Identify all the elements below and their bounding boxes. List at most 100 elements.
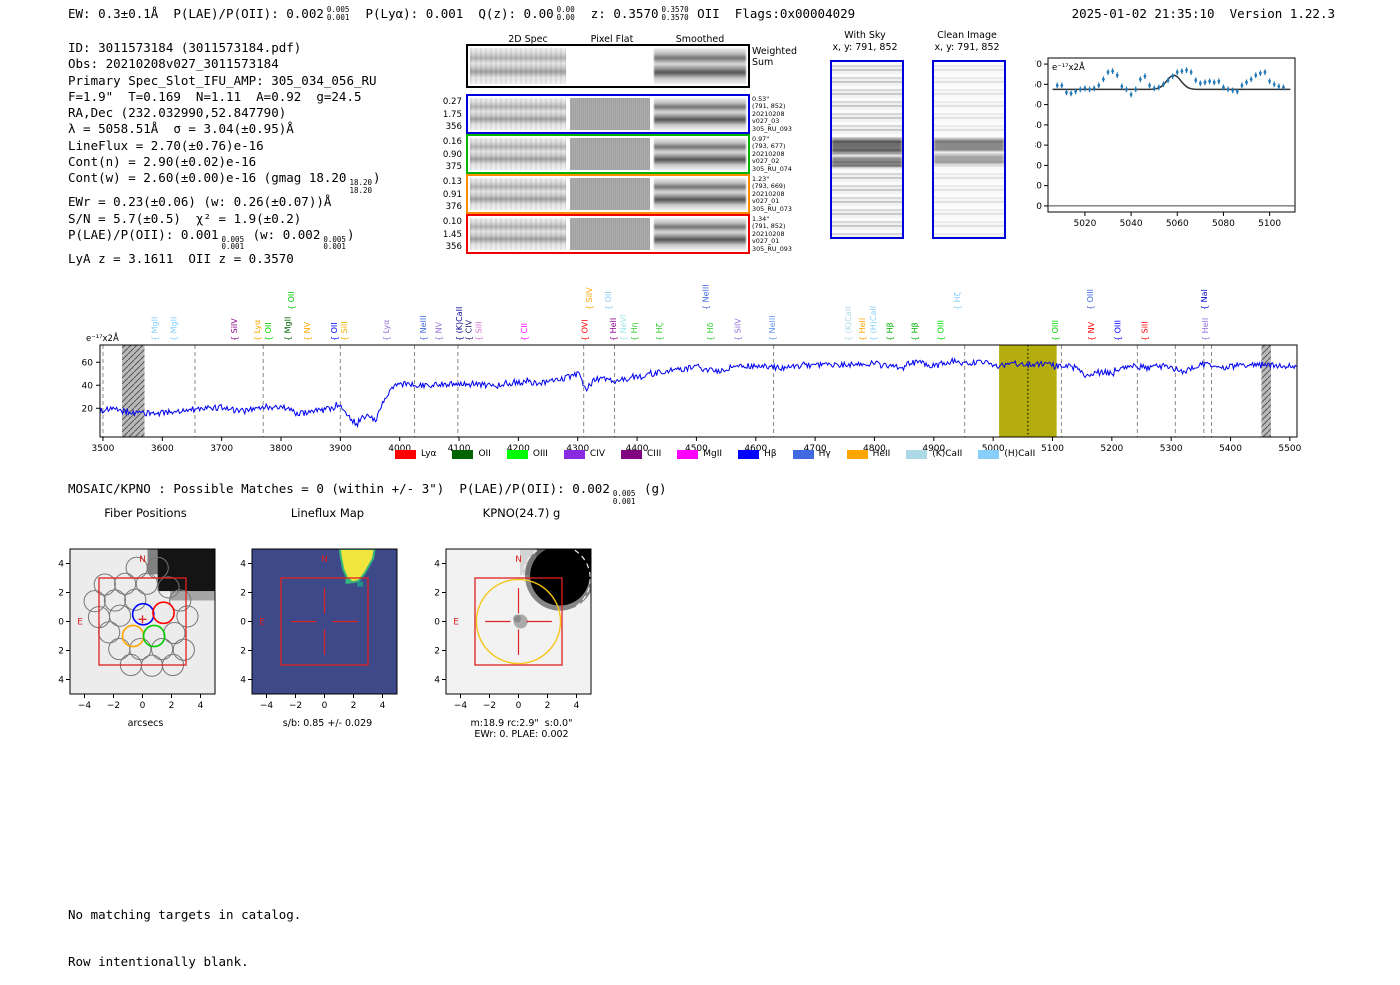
x-tick-label: 3800 <box>270 444 293 454</box>
data-point <box>1245 80 1248 84</box>
compass-north: N <box>515 555 522 565</box>
info-9-text-0: EWr = 0.23(±0.06) (w: 0.26(±0.07))Å <box>68 194 332 210</box>
withsky-darkband2 <box>832 156 902 167</box>
row-1-left-0: 0.27 <box>442 97 462 107</box>
mosaic-stack-2: 0.005 0.001 <box>613 490 636 505</box>
detection-band <box>999 345 1057 437</box>
data-point <box>1226 88 1230 91</box>
header-stack-2: 0.005 0.001 <box>327 6 350 22</box>
mosaic-match-line: MOSAIC/KPNO : Possible Matches = 0 (with… <box>68 481 667 505</box>
y-tick-label: 70 <box>1035 60 1042 70</box>
header-text-3: P(Lyα): 0.001 <box>350 6 479 21</box>
y-tick-label: 2 <box>58 589 64 599</box>
detection-info-block: ID: 3011573184 (3011573184.pdf) Obs: 2021… <box>68 40 381 267</box>
y-tick-label: 0 <box>434 618 440 628</box>
x-tick-label: −2 <box>107 701 120 711</box>
line-label-SiIV: { SiIV <box>733 318 742 341</box>
data-point <box>1055 83 1059 87</box>
lineflux-map-plot: −4 −4 −2 −2 0 0 2 2 4 4 N E <box>233 520 415 724</box>
data-point <box>1092 86 1096 90</box>
dark-corner <box>559 549 591 580</box>
y-tick-label: −2 <box>58 647 64 657</box>
legend-label: MgII <box>703 449 723 459</box>
info-1-text-0: Obs: 20210208v027_3011573184 <box>68 56 279 72</box>
withsky-title: With Sky <box>844 30 886 41</box>
row-2-2dspec <box>470 138 566 170</box>
legend-label: OII <box>478 449 491 459</box>
info-3-text-0: F=1.9" T=0.169 N=1.11 A=0.92 g=24.5 <box>68 88 362 104</box>
legend-item-OII: OII <box>452 449 491 459</box>
withsky-coords: x, y: 791, 852 <box>832 42 898 53</box>
y-tick-label: 0 <box>58 618 64 628</box>
row-3-left-labels: 0.13 0.91 376 <box>440 176 462 214</box>
x-tick-label: −2 <box>483 701 496 711</box>
data-point <box>1272 82 1276 86</box>
flux-units-annotation: e⁻¹⁷x2Å <box>1052 61 1085 73</box>
y-tick-label: 2 <box>434 589 440 599</box>
legend-label: CIV <box>589 449 606 459</box>
x-tick-label: 5100 <box>1258 219 1281 229</box>
x-tick-label: 0 <box>322 701 328 711</box>
compass-east: E <box>453 618 459 628</box>
data-point <box>1185 68 1188 72</box>
row-1-pixelflat <box>570 98 650 130</box>
legend-swatch <box>563 449 585 459</box>
line-label-NV: { NV <box>303 321 312 341</box>
info-7-text-0: Cont(n) = 2.90(±0.02)e-16 <box>68 154 257 170</box>
line-label-NeIII: { NeIII <box>419 315 428 341</box>
line-label-OIII: { OIII <box>936 320 945 341</box>
legend-swatch <box>395 449 416 459</box>
data-point <box>1268 79 1272 83</box>
info-11-text-4: ) <box>346 226 355 242</box>
data-point <box>1189 70 1193 74</box>
data-point <box>1157 85 1161 89</box>
info-10-text-0: S/N = 5.7(±0.5) χ² = 1.9(±0.2) <box>68 210 302 226</box>
y-tick-label: −4 <box>240 676 246 686</box>
clean-darkband <box>934 139 1004 152</box>
header-stack-5: 0.00 0.00 <box>557 6 575 22</box>
full-spectrum-svg: 3500360037003800390040004100420043004400… <box>82 284 1302 454</box>
row-2-left-labels: 0.16 0.90 375 <box>440 136 462 174</box>
line-label-NaI: { NaI <box>1200 289 1209 310</box>
line-label-OIII: { OIII <box>1113 320 1122 341</box>
clean-coords: x, y: 791, 852 <box>934 42 1000 53</box>
line-label-CIV: { CIV <box>465 319 474 341</box>
line-label-Hβ: { Hβ <box>910 322 919 341</box>
clean-image <box>932 60 1006 239</box>
data-point <box>1175 70 1179 74</box>
x-tick-label: 5080 <box>1212 219 1235 229</box>
data-point <box>1194 78 1198 82</box>
center-smudge2 <box>513 614 522 623</box>
row-4-pixelflat <box>570 218 650 250</box>
data-point <box>1134 88 1138 91</box>
row-3-pixelflat <box>570 178 650 210</box>
line-label-NeVI: { NeVI <box>619 315 628 341</box>
line-label-OIII: { OIII <box>1051 320 1060 341</box>
info-11-stack-1: 0.005 0.001 <box>222 236 245 251</box>
info-11-text-2: (w: 0.002 <box>245 226 321 242</box>
masked-band-hatch <box>1261 345 1271 437</box>
data-point <box>1074 90 1078 93</box>
x-tick-label: 0 <box>516 701 522 711</box>
row-2-right-4: 305_RU_074 <box>752 164 792 173</box>
info-line-1: Obs: 20210208v027_3011573184 <box>68 56 381 72</box>
data-point <box>1282 85 1285 89</box>
row-0-smoothed <box>654 48 746 84</box>
spec2d-row-2 <box>466 134 750 174</box>
data-point <box>1212 80 1216 84</box>
legend-item-CIV: CIV <box>563 449 606 459</box>
info-line-10: S/N = 5.7(±0.5) χ² = 1.9(±0.2) <box>68 211 381 227</box>
line-label-Lyα: { Lyα <box>382 320 391 341</box>
data-point <box>1249 77 1253 81</box>
info-11-sub-1: 0.001 <box>221 242 245 252</box>
info-6-text-0: LineFlux = 2.70(±0.76)e-16 <box>68 137 264 153</box>
x-tick-label: 5040 <box>1120 219 1143 229</box>
legend-label: (H)CaII <box>1004 449 1036 459</box>
data-point <box>1258 71 1262 75</box>
data-point <box>1065 91 1068 94</box>
legend-swatch <box>906 449 928 459</box>
kpno-svg-el: −4 −4 −2 −2 0 0 2 2 4 4 N E <box>427 548 592 711</box>
header-text-4: Q(z): 0.00 <box>478 6 554 21</box>
x-tick-label: 5500 <box>1278 444 1301 454</box>
x-tick-label: 3500 <box>92 444 115 454</box>
